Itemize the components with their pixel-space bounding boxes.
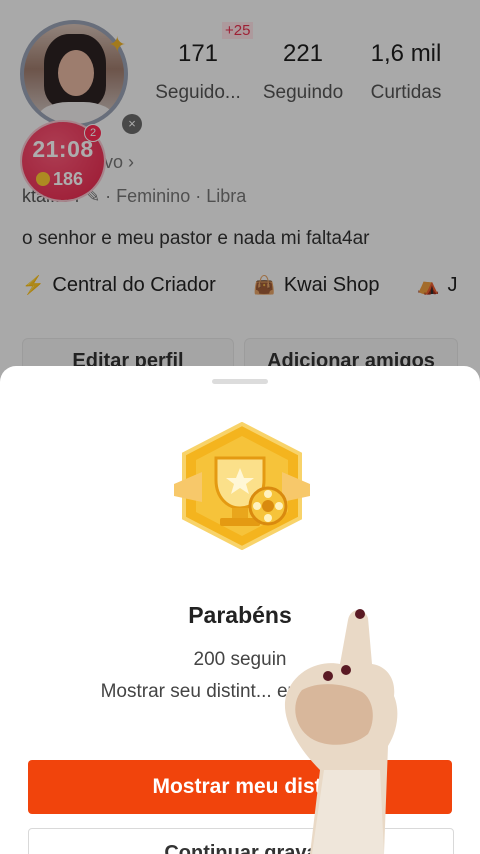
trophy-badge-icon	[174, 422, 310, 550]
drag-handle[interactable]	[212, 379, 268, 384]
pointing-hand-image	[284, 609, 398, 854]
